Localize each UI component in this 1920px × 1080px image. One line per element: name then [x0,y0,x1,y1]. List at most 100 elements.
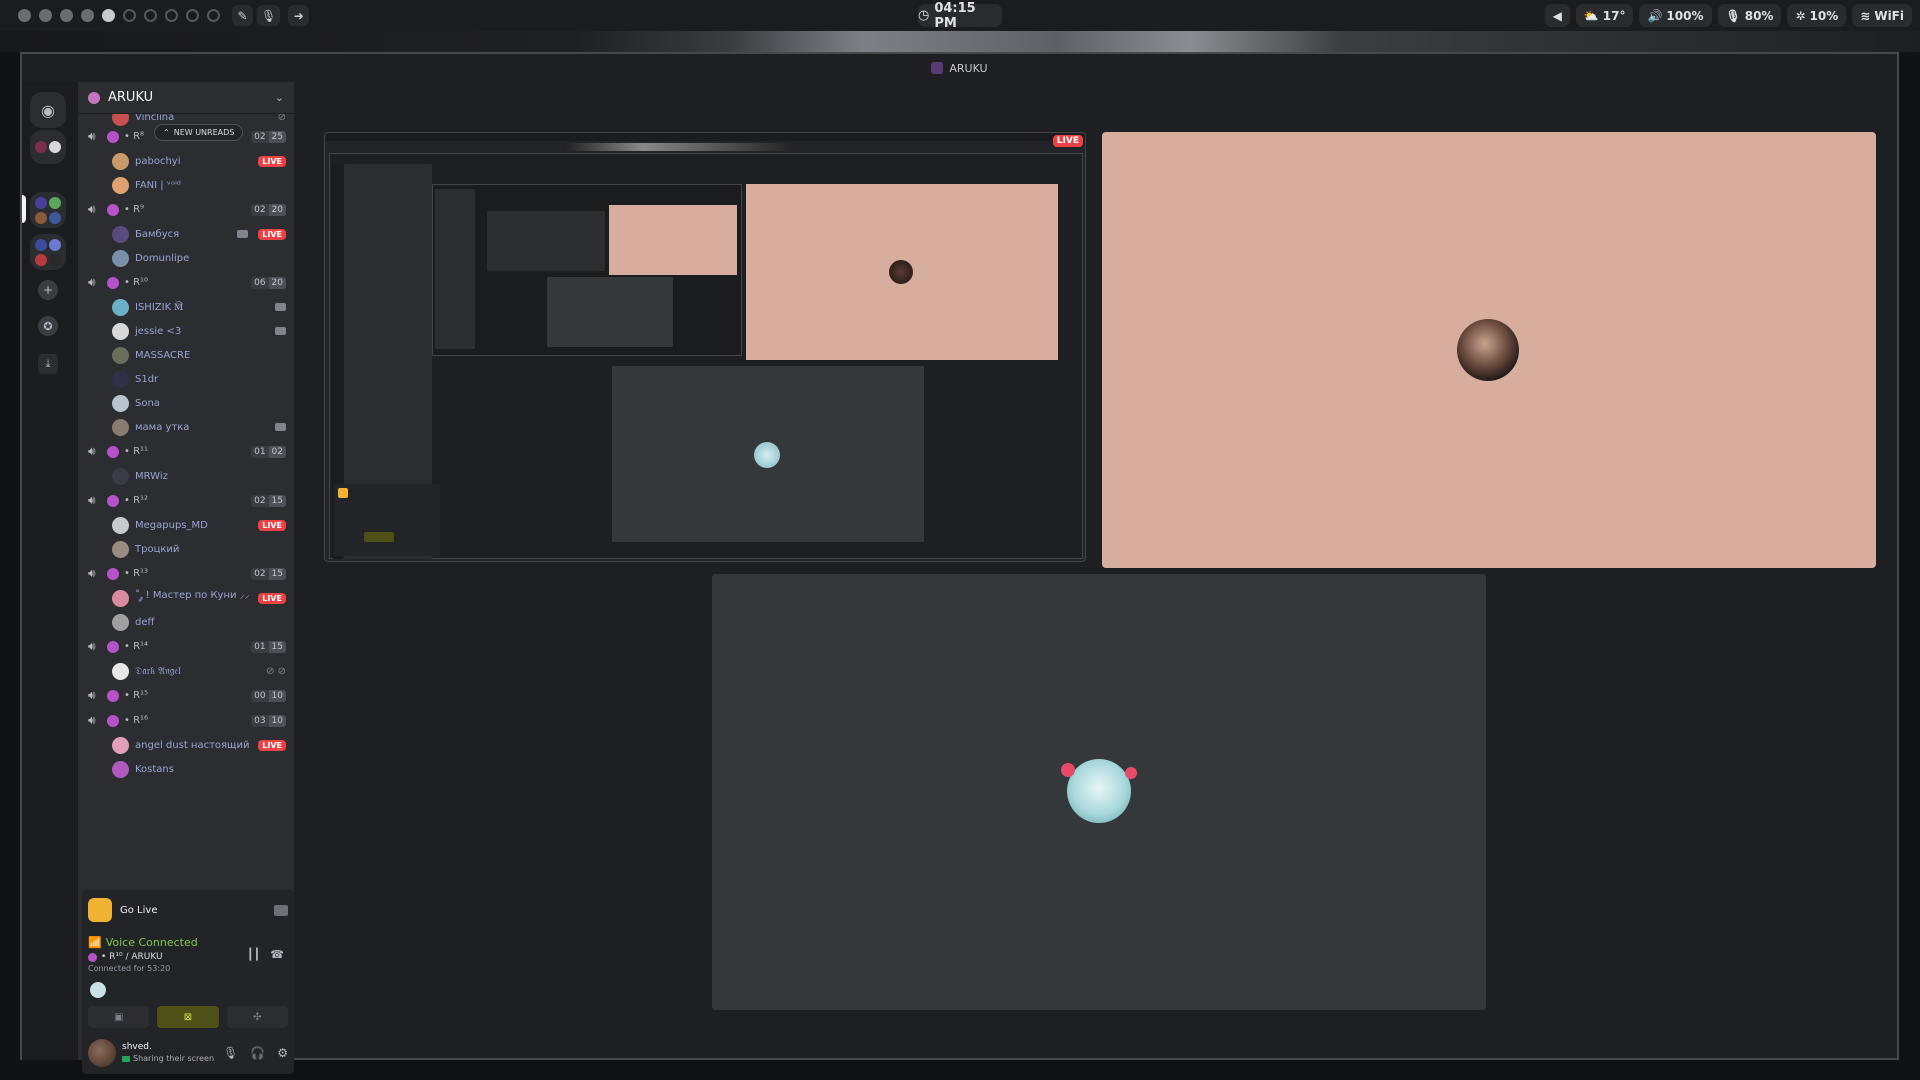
activity-emoji-icon[interactable] [90,982,106,998]
workspace-dot[interactable] [39,9,52,22]
guild-header[interactable]: ARUKU ⌄ [78,82,294,114]
participant-tile[interactable] [1102,132,1876,568]
voice-channel[interactable]: 🔊︎ • R⁹ 02 20 [78,197,294,222]
channel-user-limit: 02 [268,445,286,458]
system-tray: ◀ ⛅ 17° 🔊 100% 🎙 80% ✲ 10% ≋ WiFi [1544,4,1912,27]
server-avatar [35,238,47,251]
clock-widget[interactable]: ◷ 04:15 PM [918,1,1002,31]
voice-channel[interactable]: 🔊︎ • R¹³ 02 15 [78,561,294,586]
channel-user-limit: 15 [268,567,286,580]
channel-list[interactable]: ⌃ NEW UNREADS Vinclina ⊘ 🔊︎ • R⁸ 02 25 paboc… [78,114,294,879]
camera-off-button[interactable]: ▣ [88,1006,150,1028]
voice-channel[interactable]: 🔊︎ • R¹⁶ 03 10 [78,708,294,733]
voice-channel[interactable]: 🔊︎ • R¹⁰ 06 20 [78,270,294,295]
channel-icon [107,203,119,216]
download-icon[interactable]: ⤓ [38,354,58,374]
speaker-icon: 🔊︎ [88,713,96,727]
voice-user[interactable]: MRWiz [78,464,294,488]
gear-icon[interactable]: ⚙ [277,1046,288,1060]
go-live-panel[interactable]: Go Live [82,890,294,930]
volume-widget[interactable]: 🔊 100% [1639,4,1712,27]
voice-user-name: deff [135,616,155,628]
avatar [112,516,129,534]
voice-channel[interactable]: 🔊︎ • R¹² 02 15 [78,488,294,513]
mic-widget[interactable]: 🎙 80% [1717,4,1782,27]
voice-channel[interactable]: 🔊︎ • R¹¹ 01 02 [78,439,294,464]
server-folder[interactable] [30,192,66,228]
workspace-dot[interactable] [207,9,220,22]
voice-user[interactable]: jessie <3 [78,319,294,343]
guild-icon [88,91,100,104]
server-folder[interactable] [30,234,66,270]
user-info[interactable]: shved. Sharing their screen [122,1041,214,1065]
voice-user[interactable]: pabochyi LIVE [78,149,294,173]
voice-user[interactable]: Троцкий [78,537,294,561]
workspace-dot-active[interactable] [102,9,115,22]
voice-channel-name: • R¹³ [124,568,149,579]
voice-user[interactable]: angel dust настоящий LIVE [78,733,294,757]
forward-arrow-icon[interactable]: ➜ [288,5,310,26]
workspace-dot[interactable] [18,9,31,22]
workspace-dot[interactable] [123,9,136,22]
channel-capacity: 03 10 [251,714,286,727]
add-server-icon[interactable]: + [38,280,58,300]
voice-user[interactable]: Sona [78,391,294,415]
back-arrow-icon[interactable]: ◀ [1544,4,1570,27]
discord-home-icon[interactable]: ◉ [30,92,66,128]
workspace-dot[interactable] [144,9,157,22]
channel-capacity: 02 15 [251,567,286,580]
voice-user[interactable]: S1dr [78,367,294,391]
voice-user[interactable]: мама утка [78,415,294,439]
disconnect-icon[interactable]: ☎ [270,948,284,961]
workspace-dot[interactable] [81,9,94,22]
noise-suppression-icon[interactable]: ┃┃ [247,948,260,961]
voice-channel-name: • R⁸ [124,131,145,142]
screen-share-status-icon [122,1056,130,1062]
explore-compass-icon[interactable]: ✪ [38,316,58,336]
stop-stream-icon[interactable] [274,904,288,916]
live-badge: LIVE [258,228,286,240]
voice-channel[interactable]: 🔊︎ • R¹⁵ 00 10 [78,683,294,708]
screen-share-button[interactable]: ⊠ [157,1006,219,1028]
server-folder[interactable] [30,130,66,164]
new-unreads-pill[interactable]: ⌃ NEW UNREADS [154,124,244,141]
voice-user-name: ˚.༘ ! Мастер по Куни ⸝⸝ [135,590,250,601]
voice-user[interactable]: Megapups_MD LIVE [78,513,294,537]
speaker-icon: 🔊︎ [88,444,96,458]
avatar [112,613,129,631]
edit-icon[interactable]: ✎ [232,5,253,26]
user-avatar[interactable] [88,1039,116,1067]
deafened-icon: ⊘ [277,114,286,123]
screen-share-tile[interactable]: LIVE [324,132,1086,562]
workspace-dot[interactable] [165,9,178,22]
voice-user[interactable]: ISHIZIK 🕅 [78,295,294,319]
stream-nested-pink-tile [609,205,737,275]
stream-voice-panel [334,484,440,556]
workspace-dot[interactable] [60,9,73,22]
activities-button[interactable]: ✣ [226,1006,288,1028]
speaker-icon: 🔊︎ [88,202,96,216]
active-server-pill [22,195,26,223]
cpu-widget[interactable]: ✲ 10% [1787,4,1847,27]
voice-user[interactable]: 𝔇𝔞𝔯𝔨 𝔄𝔫𝔤𝔢𝔩 ⊘ ⊘ [78,659,294,683]
voice-user[interactable]: deff [78,610,294,634]
workspace-dot[interactable] [186,9,199,22]
voice-user[interactable]: FANI | ᵛᵒⁱᵈ [78,173,294,197]
weather-widget[interactable]: ⛅ 17° [1575,4,1634,27]
wifi-widget[interactable]: ≋ WiFi [1852,4,1912,27]
participant-tile[interactable] [712,574,1486,1010]
chevron-down-icon[interactable]: ⌄ [275,91,284,104]
headphones-icon[interactable]: 🎧 [250,1046,265,1060]
live-badge: LIVE [258,739,286,751]
voice-user-name: angel dust настоящий [135,739,250,751]
voice-user[interactable]: MASSACRE [78,343,294,367]
voice-user[interactable]: Vinclina ⊘ [78,114,294,126]
voice-user[interactable]: ˚.༘ ! Мастер по Куни ⸝⸝ LIVE [78,586,294,610]
voice-channel[interactable]: 🔊︎ • R¹⁴ 01 15 [78,634,294,659]
voice-user[interactable]: Бамбуся LIVE [78,222,294,246]
microphone-icon[interactable]: 🎙 [223,1046,238,1060]
voice-user[interactable]: Kostans [78,757,294,781]
live-badge: LIVE [258,155,286,167]
microphone-icon[interactable]: 🎙 [257,5,281,26]
voice-user[interactable]: Domunlipe [78,246,294,270]
